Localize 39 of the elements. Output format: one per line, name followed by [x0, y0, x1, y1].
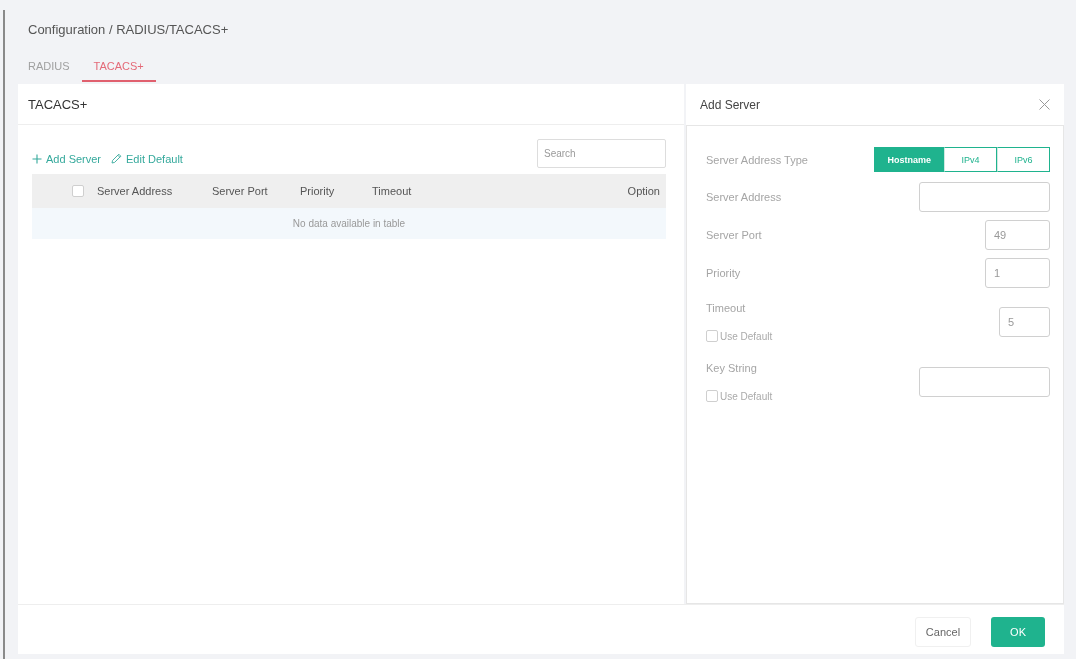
- close-icon: [1039, 99, 1050, 110]
- input-field[interactable]: 49: [985, 220, 1050, 250]
- checkbox[interactable]: [706, 330, 718, 342]
- field-label: Server Address Type: [706, 153, 808, 166]
- checkbox[interactable]: [72, 185, 84, 197]
- pencil-icon: [111, 153, 123, 164]
- column-header: Option: [627, 185, 661, 197]
- tab[interactable]: TACACS+: [81, 54, 156, 82]
- close-button[interactable]: [1039, 99, 1050, 110]
- ok-button[interactable]: OK: [991, 616, 1045, 647]
- cancel-button[interactable]: Cancel: [914, 616, 972, 647]
- segment-button[interactable]: IPv4: [944, 147, 997, 172]
- column-header: Server Address: [97, 185, 174, 197]
- add-link[interactable]: Add Server: [32, 152, 102, 165]
- plus-icon: [32, 153, 42, 164]
- checkbox-label: Use Default: [720, 390, 773, 402]
- tab[interactable]: RADIUS: [16, 54, 82, 82]
- column-header: Priority: [300, 185, 336, 197]
- column-header: Server Port: [212, 185, 269, 197]
- segment-button[interactable]: Hostname: [874, 147, 944, 172]
- search-field[interactable]: Search: [537, 139, 666, 168]
- field-label: Server Address: [706, 191, 782, 203]
- input-field[interactable]: 1: [985, 258, 1050, 288]
- empty-table-message: No data available in table: [32, 208, 666, 239]
- input-field[interactable]: [919, 182, 1050, 212]
- checkbox[interactable]: [706, 390, 718, 402]
- segment-button[interactable]: IPv6: [997, 147, 1050, 172]
- column-header: Timeout: [372, 185, 413, 197]
- field-label: Key String: [706, 362, 757, 374]
- checkbox-label: Use Default: [720, 330, 773, 342]
- panel-title: TACACS+: [18, 84, 684, 125]
- edit-link[interactable]: Edit Default: [111, 152, 183, 165]
- field-label: Server Port: [706, 229, 762, 241]
- breadcrumb: Configuration / RADIUS/TACACS+: [28, 22, 229, 38]
- field-label: Timeout: [706, 302, 746, 314]
- field-label: Priority: [706, 267, 741, 279]
- input-field[interactable]: 5: [999, 307, 1050, 337]
- dialog-title: Add Server: [700, 97, 761, 112]
- input-field[interactable]: [919, 367, 1050, 397]
